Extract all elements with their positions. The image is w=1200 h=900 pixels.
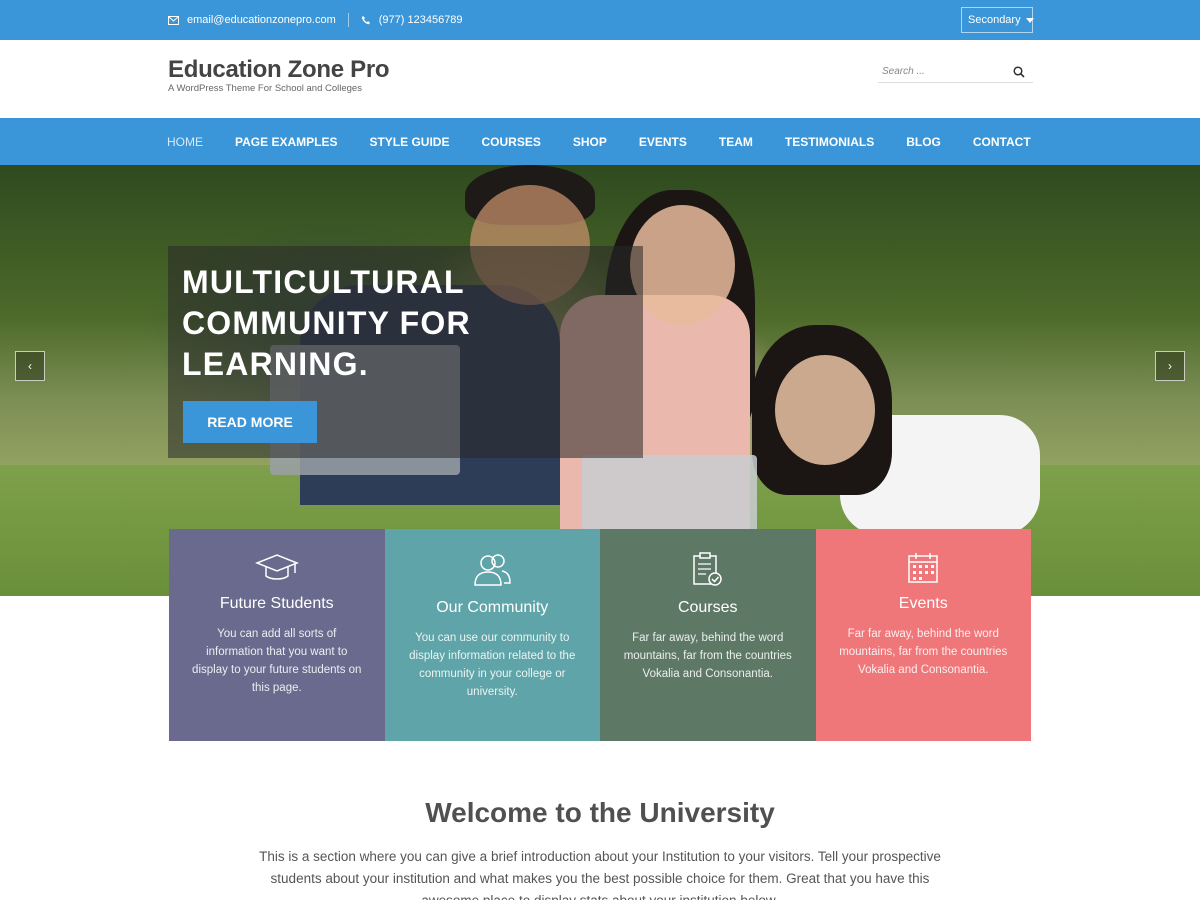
- top-bar: email@educationzonepro.com (977) 1234567…: [0, 0, 1200, 40]
- hero-photo-detail: [775, 355, 875, 465]
- calendar-icon: [816, 549, 1032, 587]
- phone-number[interactable]: (977) 123456789: [379, 14, 463, 26]
- slide-heading: MULTICULTURAL COMMUNITY FOR LEARNING.: [182, 262, 622, 385]
- feature-future-students[interactable]: Future Students You can add all sorts of…: [169, 529, 385, 741]
- feature-title: Events: [898, 595, 948, 612]
- nav-item-home[interactable]: HOME: [167, 135, 203, 149]
- contact-info: email@educationzonepro.com (977) 1234567…: [168, 0, 463, 40]
- nav-item-page-examples[interactable]: PAGE EXAMPLES: [235, 135, 337, 149]
- chevron-down-icon: [1025, 17, 1034, 23]
- phone-icon: [361, 16, 370, 25]
- secondary-menu-label: Secondary: [968, 14, 1021, 26]
- nav-menu: HOME PAGE EXAMPLES STYLE GUIDE COURSES S…: [167, 118, 1063, 165]
- contact-divider: [347, 13, 349, 27]
- secondary-menu-dropdown[interactable]: Secondary: [961, 7, 1034, 33]
- email-item[interactable]: email@educationzonepro.com: [168, 14, 336, 26]
- feature-text: You can use our community to display inf…: [409, 632, 576, 698]
- phone-item[interactable]: (977) 123456789: [361, 14, 463, 26]
- graduation-cap-icon: [169, 549, 385, 587]
- nav-item-events[interactable]: EVENTS: [639, 135, 687, 149]
- nav-item-style-guide[interactable]: STYLE GUIDE: [369, 135, 449, 149]
- feature-title: Courses: [677, 599, 738, 616]
- feature-courses[interactable]: Courses Far far away, behind the word mo…: [600, 529, 816, 741]
- users-icon: [385, 551, 601, 589]
- slider-prev-button[interactable]: ‹: [15, 351, 45, 381]
- search-icon[interactable]: [1013, 65, 1025, 83]
- slide-heading-line: COMMUNITY FOR: [182, 305, 471, 341]
- chevron-left-icon: ‹: [28, 359, 32, 373]
- site-header: Education Zone Pro A WordPress Theme For…: [0, 40, 1200, 118]
- feature-text: Far far away, behind the word mountains,…: [839, 628, 1008, 676]
- email-link[interactable]: email@educationzonepro.com: [187, 14, 336, 26]
- nav-item-contact[interactable]: CONTACT: [973, 135, 1031, 149]
- site-tagline: A WordPress Theme For School and College…: [168, 83, 362, 94]
- nav-item-testimonials[interactable]: TESTIMONIALS: [785, 135, 874, 149]
- feature-our-community[interactable]: Our Community You can use our community …: [384, 529, 601, 741]
- slide-heading-line: MULTICULTURAL: [182, 264, 465, 300]
- chevron-right-icon: ›: [1168, 359, 1172, 373]
- nav-item-blog[interactable]: BLOG: [906, 135, 941, 149]
- slide-caption: MULTICULTURAL COMMUNITY FOR LEARNING. RE…: [168, 246, 643, 458]
- slide-heading-line: LEARNING.: [182, 346, 369, 382]
- feature-boxes: Future Students You can add all sorts of…: [169, 529, 1031, 741]
- hero-photo-detail: [630, 205, 735, 325]
- clipboard-check-icon: [600, 551, 816, 589]
- search-form: [878, 60, 1033, 83]
- site-title[interactable]: Education Zone Pro: [168, 56, 390, 84]
- envelope-icon: [168, 15, 179, 25]
- welcome-text: This is a section where you can give a b…: [259, 849, 941, 900]
- feature-title: Our Community: [436, 599, 549, 616]
- nav-item-team[interactable]: TEAM: [719, 135, 753, 149]
- read-more-button[interactable]: READ MORE: [183, 401, 317, 443]
- search-input[interactable]: [878, 60, 998, 82]
- feature-events[interactable]: Events Far far away, behind the word mou…: [815, 529, 1032, 741]
- nav-item-shop[interactable]: SHOP: [573, 135, 607, 149]
- feature-title: Future Students: [219, 595, 334, 612]
- slider-next-button[interactable]: ›: [1155, 351, 1185, 381]
- main-navigation: HOME PAGE EXAMPLES STYLE GUIDE COURSES S…: [0, 118, 1200, 165]
- welcome-title: Welcome to the University: [425, 797, 775, 828]
- feature-text: You can add all sorts of information tha…: [192, 628, 362, 694]
- feature-text: Far far away, behind the word mountains,…: [623, 632, 792, 680]
- nav-item-courses[interactable]: COURSES: [481, 135, 540, 149]
